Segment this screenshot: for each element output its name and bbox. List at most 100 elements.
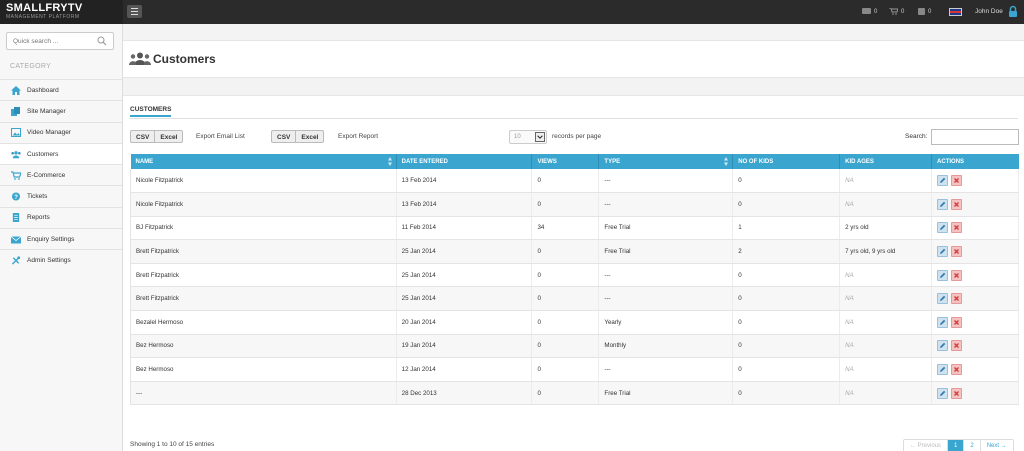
user-name[interactable]: John Doe [975, 8, 1003, 15]
edit-button[interactable] [937, 246, 949, 258]
language-flag-icon[interactable] [949, 8, 962, 16]
email-csv-button[interactable]: CSV [131, 131, 154, 142]
cell-name: Brett Fitzpatrick [130, 239, 397, 264]
delete-button[interactable] [951, 246, 963, 258]
quick-search-input[interactable] [7, 33, 97, 49]
sidebar-item-label: Reports [27, 214, 50, 222]
image-icon [11, 128, 21, 138]
sidebar-item-tickets[interactable]: ? Tickets [0, 185, 122, 206]
search-icon[interactable] [97, 36, 107, 46]
hamburger-icon-line [131, 14, 138, 15]
pencil-icon [940, 248, 946, 255]
sidebar-item-site-manager[interactable]: Site Manager [0, 100, 122, 121]
brand-logo[interactable]: SMALLFRYTV MANAGEMENT PLATFORM [0, 0, 123, 24]
cell-views: 0 [531, 334, 600, 359]
cell-kid-ages: NA [839, 381, 933, 406]
export-report-label: Export Report [338, 133, 379, 140]
cell-name: Brett Fitzpatrick [130, 286, 397, 312]
edit-button[interactable] [937, 387, 949, 399]
cell-views: 0 [531, 357, 600, 382]
delete-button[interactable] [951, 340, 963, 352]
sidebar-item-admin-settings[interactable]: Admin Settings [0, 249, 122, 270]
sidebar-item-customers[interactable]: Customers [0, 142, 122, 165]
sort-icon [724, 157, 729, 166]
page-1-button[interactable]: 1 [947, 440, 964, 451]
edit-button[interactable] [937, 175, 949, 187]
cart-indicator[interactable]: 0 [889, 7, 904, 16]
close-icon [954, 343, 960, 349]
hamburger-icon [131, 8, 138, 9]
pencil-icon [940, 390, 946, 396]
checklist-icon [918, 8, 925, 15]
entries-info: Showing 1 to 10 of 15 entries [130, 441, 215, 448]
column-header-type[interactable]: TYPE [598, 154, 734, 169]
edit-button[interactable] [937, 316, 949, 328]
cell-no-of-kids: 0 [732, 263, 841, 288]
sidebar-item-label: Video Manager [27, 129, 71, 137]
cell-date-entered: 19 Jan 2014 [396, 334, 533, 359]
table-header-row: NAME DATE ENTERED VIEWS TYPE NO OF KIDS … [130, 154, 1019, 169]
cell-actions [931, 357, 1019, 382]
edit-button[interactable] [937, 222, 949, 234]
table-row: Nicole Fitzpatrick 13 Feb 2014 0 --- 0 NA [130, 192, 1019, 217]
report-excel-button[interactable]: Excel [295, 131, 323, 142]
sidebar-item-video-manager[interactable]: Video Manager [0, 121, 122, 143]
delete-button[interactable] [951, 269, 963, 281]
pencil-icon [940, 225, 946, 231]
delete-button[interactable] [951, 198, 963, 210]
lock-icon[interactable] [1008, 5, 1018, 18]
delete-button[interactable] [951, 316, 963, 328]
delete-button[interactable] [951, 175, 963, 187]
pencil-icon [940, 366, 946, 373]
cell-date-entered: 25 Jan 2014 [396, 286, 533, 312]
edit-button[interactable] [937, 340, 949, 352]
tools-icon [11, 256, 21, 265]
delete-button[interactable] [951, 387, 963, 399]
cell-actions [931, 381, 1019, 406]
column-header-no-of-kids[interactable]: NO OF KIDS [732, 154, 841, 169]
close-icon [954, 367, 960, 373]
cell-name: Bezalel Hermoso [130, 310, 397, 335]
menu-toggle-button[interactable] [127, 5, 142, 18]
cell-views: 0 [531, 381, 600, 406]
cell-type: Free Trial [598, 239, 734, 264]
close-icon [954, 178, 960, 184]
column-header-kid-ages[interactable]: KID AGES [839, 154, 933, 169]
customers-table: NAME DATE ENTERED VIEWS TYPE NO OF KIDS … [130, 154, 1019, 406]
sidebar-item-dashboard[interactable]: Dashboard [0, 79, 122, 100]
sidebar-item-enquiry-settings[interactable]: Enquiry Settings [0, 228, 122, 249]
column-header-date-entered[interactable]: DATE ENTERED [396, 154, 533, 169]
column-header-views[interactable]: VIEWS [531, 154, 600, 169]
next-page-button[interactable]: Next → [979, 440, 1013, 451]
delete-button[interactable] [951, 222, 963, 234]
email-excel-button[interactable]: Excel [154, 131, 182, 142]
edit-button[interactable] [937, 269, 949, 281]
users-icon [11, 150, 21, 158]
quick-search-box [6, 32, 114, 50]
page-2-button[interactable]: 2 [963, 440, 980, 451]
table-search-input[interactable] [931, 129, 1019, 145]
delete-button[interactable] [951, 364, 963, 376]
report-csv-button[interactable]: CSV [272, 131, 295, 142]
messages-indicator[interactable]: 0 [862, 8, 877, 16]
records-per-page-select[interactable]: 10 [509, 130, 547, 144]
table-row: --- 28 Dec 2013 0 Free Trial 0 NA [130, 381, 1019, 406]
delete-button[interactable] [951, 293, 963, 305]
cell-actions [931, 239, 1019, 264]
customers-panel: CUSTOMERS CSV Excel Export Email List CS… [123, 95, 1024, 451]
edit-button[interactable] [937, 198, 949, 210]
previous-page-button[interactable]: ← Previous [904, 440, 948, 451]
sidebar-item-e-commerce[interactable]: E-Commerce [0, 164, 122, 185]
column-header-name[interactable]: NAME [130, 154, 397, 169]
cell-actions [931, 310, 1019, 335]
tasks-indicator[interactable]: 0 [918, 8, 931, 16]
cell-no-of-kids: 1 [732, 216, 841, 241]
cell-no-of-kids: 0 [732, 192, 841, 217]
tab-customers[interactable]: CUSTOMERS [130, 106, 172, 117]
edit-button[interactable] [937, 293, 949, 305]
sidebar-item-reports[interactable]: Reports [0, 206, 122, 228]
cell-actions [931, 192, 1019, 217]
pencil-icon [940, 295, 946, 302]
pencil-icon [940, 319, 946, 325]
edit-button[interactable] [937, 364, 949, 376]
